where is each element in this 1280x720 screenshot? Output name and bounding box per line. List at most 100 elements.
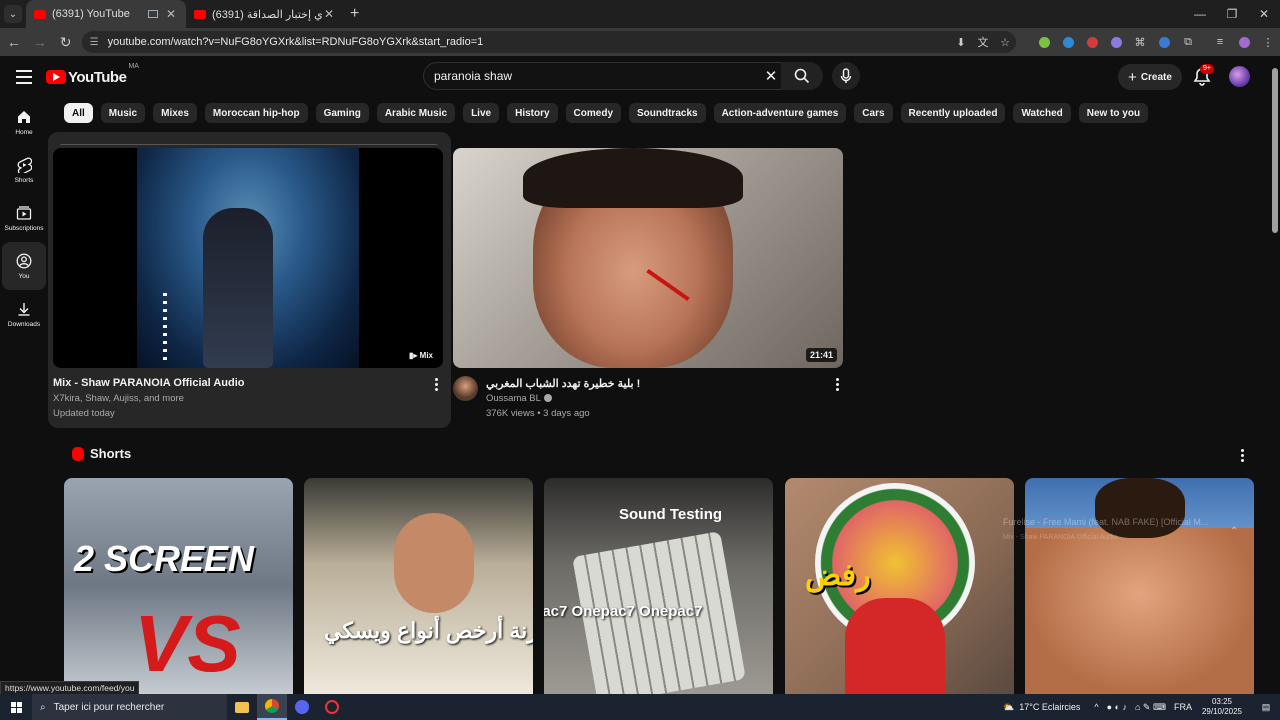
extensions-puzzle-icon[interactable]: ⧉ xyxy=(1176,32,1200,52)
bookmark-star-icon[interactable]: ☆ xyxy=(994,36,1016,49)
clock-date: 29/10/2025 xyxy=(1201,707,1242,716)
channel-avatar[interactable] xyxy=(453,376,478,401)
chevron-up-icon[interactable]: ⌃ xyxy=(1230,526,1238,537)
create-button[interactable]: + Create xyxy=(1118,64,1182,90)
search-input[interactable]: paranoia shaw ✕ xyxy=(423,62,787,90)
file-explorer-icon[interactable] xyxy=(227,694,257,720)
taskbar-clock[interactable]: 03:25 29/10/2025 xyxy=(1202,697,1242,717)
profile-avatar-icon[interactable] xyxy=(1232,32,1256,52)
extension-red-icon[interactable] xyxy=(1080,32,1104,52)
chip-soundtracks[interactable]: Soundtracks xyxy=(629,103,706,123)
restore-button[interactable]: ❐ xyxy=(1216,0,1248,28)
tray-apps-icon[interactable]: ● ◐ ♪ xyxy=(1107,702,1127,712)
discord-taskbar-icon[interactable] xyxy=(287,694,317,720)
youtube-favicon-icon xyxy=(194,9,206,19)
short-card[interactable]: Sound Testing Onepac7 Onepac7 Onepac7 xyxy=(544,478,773,694)
short-thumb-text: مقارنة أرخص أنواع ويسكي xyxy=(324,618,533,643)
translate-icon[interactable]: 文 xyxy=(972,34,994,50)
chip-arabic-music[interactable]: Arabic Music xyxy=(376,103,456,123)
video-menu-icon[interactable] xyxy=(832,378,842,391)
create-label: Create xyxy=(1140,71,1172,83)
video-updated: Updated today xyxy=(53,408,115,419)
video-thumbnail-mix[interactable]: ▮▸ Mix xyxy=(53,148,443,368)
account-avatar[interactable] xyxy=(1229,66,1250,87)
sidebar-item-you[interactable]: You xyxy=(2,242,46,290)
extension-counter-icon[interactable] xyxy=(1152,32,1176,52)
language-indicator[interactable]: FRA xyxy=(1174,702,1192,712)
reload-button[interactable]: ↻ xyxy=(54,30,78,54)
chip-comedy[interactable]: Comedy xyxy=(565,103,621,123)
sidebar-item-home[interactable]: Home xyxy=(2,98,46,146)
install-app-icon[interactable]: ⬇ xyxy=(950,36,972,49)
notification-center-icon[interactable]: ▤ xyxy=(1252,702,1280,713)
extension-gamepad-icon[interactable]: ⌘ xyxy=(1128,32,1152,52)
chip-moroccan-hip-hop[interactable]: Moroccan hip-hop xyxy=(204,103,308,123)
chip-cars[interactable]: Cars xyxy=(854,103,893,123)
search-icon xyxy=(794,68,810,84)
short-card[interactable]: مقارنة أرخص أنواع ويسكي xyxy=(304,478,533,694)
home-icon xyxy=(18,110,30,123)
page-scrollbar[interactable] xyxy=(1270,56,1280,694)
browser-tab-youtube[interactable]: (6391) YouTube ✕ xyxy=(26,0,186,28)
youtube-logo[interactable]: YouTube MA xyxy=(46,63,139,86)
address-bar[interactable]: ☰ youtube.com/watch?v=NuFG8oYGXrk&list=R… xyxy=(81,31,1017,53)
browser-menu-icon[interactable]: ⋮ xyxy=(1256,32,1280,52)
close-tab-icon[interactable]: ✕ xyxy=(322,7,336,21)
network-icon[interactable]: ⌂ ✎ ⌨ xyxy=(1135,702,1166,713)
chip-all[interactable]: All xyxy=(64,103,93,123)
sidebar-item-label: You xyxy=(18,272,30,280)
channel-name[interactable]: Oussama BL xyxy=(486,393,541,404)
chrome-taskbar-icon[interactable] xyxy=(257,694,287,720)
sidebar-item-shorts[interactable]: Shorts xyxy=(2,146,46,194)
close-window-button[interactable]: ✕ xyxy=(1248,0,1280,28)
chip-watched[interactable]: Watched xyxy=(1013,103,1071,123)
tray-chevron-icon[interactable]: ^ xyxy=(1094,702,1098,712)
channel-name-row[interactable]: Oussama BL xyxy=(486,393,552,404)
forward-button[interactable]: → xyxy=(28,30,52,54)
reading-list-icon[interactable]: ≡ xyxy=(1208,32,1232,52)
chip-live[interactable]: Live xyxy=(463,103,500,123)
url-text: youtube.com/watch?v=NuFG8oYGXrk&list=RDN… xyxy=(107,36,484,48)
search-icon: ⌕ xyxy=(40,701,46,713)
short-thumb-text: رفض xyxy=(805,559,871,592)
chip-gaming[interactable]: Gaming xyxy=(315,103,369,123)
search-button[interactable] xyxy=(781,62,823,90)
chip-history[interactable]: History xyxy=(507,103,558,123)
record-app-icon[interactable] xyxy=(317,694,347,720)
weather-widget[interactable]: ⛅ 17°C Eclaircies xyxy=(1003,702,1080,713)
minimize-button[interactable]: — xyxy=(1184,0,1216,28)
chip-mixes[interactable]: Mixes xyxy=(153,103,197,123)
picture-in-picture-icon[interactable] xyxy=(148,10,158,18)
chip-action-adventure-games[interactable]: Action-adventure games xyxy=(713,103,847,123)
chip-new-to-you[interactable]: New to you xyxy=(1078,103,1149,123)
logo-text: YouTube xyxy=(68,68,127,86)
new-tab-button[interactable]: + xyxy=(350,5,359,23)
short-card[interactable] xyxy=(1025,478,1254,694)
extension-purple-icon[interactable] xyxy=(1104,32,1128,52)
extension-blue-icon[interactable] xyxy=(1056,32,1080,52)
video-menu-icon[interactable] xyxy=(431,378,441,391)
short-card[interactable]: 2 SCREEN VS xyxy=(64,478,293,694)
start-button[interactable] xyxy=(0,694,32,720)
guide-menu-icon[interactable] xyxy=(12,65,36,89)
video-title[interactable]: بلية خطيرة تهدد الشباب المغربي ! xyxy=(486,377,640,390)
chip-music[interactable]: Music xyxy=(100,103,146,123)
chip-recently-uploaded[interactable]: Recently uploaded xyxy=(900,103,1006,123)
browser-tab-friendship[interactable]: (6391) تحدي إختبار الصداقة ✕ xyxy=(186,0,344,28)
video-title[interactable]: Mix - Shaw PARANOIA Official Audio xyxy=(53,377,245,389)
scrollbar-thumb[interactable] xyxy=(1272,68,1278,233)
site-info-icon[interactable]: ☰ xyxy=(90,37,102,48)
mini-guide: Home Shorts Subscriptions You Downloads xyxy=(0,98,48,338)
weather-cloud-icon: ⛅ xyxy=(1003,701,1015,712)
short-card[interactable]: رفض xyxy=(785,478,1014,694)
shorts-menu-icon[interactable] xyxy=(1237,449,1247,462)
extension-leaf-icon[interactable] xyxy=(1032,32,1056,52)
close-tab-icon[interactable]: ✕ xyxy=(164,7,178,21)
video-thumbnail[interactable]: 21:41 xyxy=(453,148,843,368)
tab-search-button[interactable]: ⌄ xyxy=(4,5,22,23)
sidebar-item-subscriptions[interactable]: Subscriptions xyxy=(2,194,46,242)
back-button[interactable]: ← xyxy=(2,30,26,54)
taskbar-search-box[interactable]: ⌕ Taper ici pour rechercher xyxy=(32,694,227,720)
sidebar-item-downloads[interactable]: Downloads xyxy=(2,290,46,338)
voice-search-button[interactable] xyxy=(832,62,860,90)
